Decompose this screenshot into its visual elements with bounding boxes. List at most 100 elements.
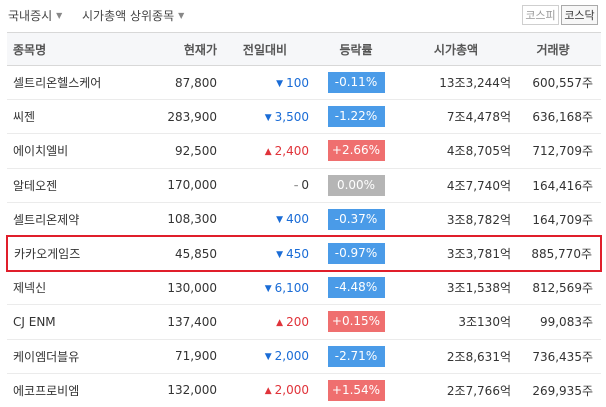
day-change: ▼ 2,000: [221, 339, 311, 374]
change-rate-cell: 0.00%: [311, 168, 401, 203]
stock-name-text[interactable]: 셀트리온헬스케어: [13, 76, 101, 90]
stock-name-text[interactable]: 케이엠더블유: [13, 350, 79, 364]
stock-name[interactable]: 제넥신: [7, 270, 157, 306]
ranking-label: 시가총액 상위종목: [82, 9, 175, 23]
stock-name-text[interactable]: 제넥신: [13, 281, 46, 295]
change-rate-badge: +0.15%: [327, 311, 385, 333]
change-rate-cell: -4.48%: [311, 270, 401, 306]
table-row[interactable]: 셀트리온제약 108,300 ▼ 400 -0.37% 3조8,782억 164,709주: [7, 202, 601, 237]
change-rate-badge: +2.66%: [327, 140, 385, 162]
current-price: 45,850: [157, 235, 221, 272]
change-value: 2,000: [274, 349, 309, 364]
change-rate-badge: -4.48%: [327, 277, 385, 299]
table-row[interactable]: 씨젠 283,900 ▼ 3,500 -1.22% 7조4,478억 636,168주: [7, 99, 601, 135]
stock-name[interactable]: 에이치엘비: [7, 133, 157, 169]
table-row[interactable]: CJ ENM 137,400 ▲ 200 +0.15% 3조130억 99,083주: [7, 304, 601, 340]
change-value: 0: [301, 178, 309, 193]
day-change: ▲ 2,400: [221, 133, 311, 169]
day-change: ▼ 400: [221, 202, 311, 237]
change-rate-badge: -1.22%: [327, 106, 385, 128]
up-triangle-icon: ▲: [264, 386, 272, 397]
day-change: ▲ 200: [221, 304, 311, 340]
trading-volume: 164,416주: [513, 168, 601, 203]
header-price[interactable]: 현재가: [157, 32, 221, 66]
table-row[interactable]: 제넥신 130,000 ▼ 6,100 -4.48% 3조1,538억 812,569주: [7, 270, 601, 306]
table-row[interactable]: 에이치엘비 92,500 ▲ 2,400 +2.66% 4조8,705억 712,709주: [7, 133, 601, 169]
stock-name-text[interactable]: 카카오게임즈: [14, 247, 80, 261]
stock-name[interactable]: 셀트리온헬스케어: [7, 65, 157, 101]
change-rate-badge: 0.00%: [327, 174, 385, 196]
stock-name-text[interactable]: 씨젠: [13, 110, 35, 124]
trading-volume: 600,557주: [513, 65, 601, 101]
change-rate-cell: -2.71%: [311, 339, 401, 374]
market-cap: 4조7,740억: [401, 168, 513, 203]
down-triangle-icon: ▼: [264, 352, 272, 363]
stock-name[interactable]: 카카오게임즈: [6, 235, 157, 272]
market-cap: 3조3,781억: [401, 235, 513, 272]
down-triangle-icon: ▼: [276, 249, 284, 260]
header-change[interactable]: 전일대비: [221, 32, 311, 66]
market-cap: 3조130억: [401, 304, 513, 340]
change-rate-badge: -0.97%: [327, 243, 385, 265]
day-change: ▼ 450: [221, 235, 311, 272]
trading-volume: 164,709주: [513, 202, 601, 237]
header-name[interactable]: 종목명: [7, 32, 157, 66]
stock-name[interactable]: CJ ENM: [7, 304, 157, 340]
stock-name-text[interactable]: 알테오젠: [13, 179, 57, 193]
ranking-dropdown[interactable]: 시가총액 상위종목 ▼: [82, 7, 184, 24]
down-triangle-icon: ▼: [276, 215, 284, 226]
market-cap: 3조8,782억: [401, 202, 513, 237]
market-cap-table: 종목명 현재가 전일대비 등락률 시가총액 거래량 셀트리온헬스케어 87,800…: [6, 32, 602, 407]
trading-volume: 99,083주: [513, 304, 601, 340]
market-cap: 7조4,478억: [401, 99, 513, 135]
trading-volume: 736,435주: [513, 339, 601, 374]
day-change: ▼ 100: [221, 65, 311, 101]
stock-name[interactable]: 에코프로비엠: [7, 373, 157, 407]
stock-name[interactable]: 알테오젠: [7, 168, 157, 203]
table-row[interactable]: 셀트리온헬스케어 87,800 ▼ 100 -0.11% 13조3,244억 600,557…: [7, 65, 601, 101]
table-row[interactable]: 에코프로비엠 132,000 ▲ 2,000 +1.54% 2조7,766억 269,935…: [7, 373, 601, 407]
header-volume[interactable]: 거래량: [513, 32, 601, 66]
header-rate[interactable]: 등락률: [311, 32, 401, 66]
change-rate-badge: -2.71%: [327, 345, 385, 367]
change-rate-cell: +2.66%: [311, 133, 401, 169]
market-dropdown[interactable]: 국내증시 ▼: [8, 7, 62, 24]
stock-name-text[interactable]: 에이치엘비: [13, 144, 68, 158]
market-toggle: 코스피 코스닥: [522, 5, 598, 25]
change-rate-badge: -0.11%: [327, 72, 385, 94]
change-rate-cell: -0.11%: [311, 65, 401, 101]
up-triangle-icon: ▲: [264, 146, 272, 157]
stock-name-text[interactable]: 에코프로비엠: [13, 384, 79, 398]
down-triangle-icon: ▼: [276, 78, 284, 89]
trading-volume: 712,709주: [513, 133, 601, 169]
current-price: 87,800: [157, 65, 221, 101]
current-price: 137,400: [157, 304, 221, 340]
table-row[interactable]: 카카오게임즈 45,850 ▼ 450 -0.97% 3조3,781억 885,770주: [6, 235, 602, 272]
change-value: 6,100: [274, 280, 309, 295]
caret-down-icon: ▼: [178, 11, 185, 20]
header-market-cap[interactable]: 시가총액: [401, 32, 513, 66]
stock-name-text[interactable]: CJ ENM: [13, 315, 56, 329]
stock-name[interactable]: 셀트리온제약: [7, 202, 157, 237]
table-header-row: 종목명 현재가 전일대비 등락률 시가총액 거래량: [7, 32, 601, 66]
stock-name[interactable]: 씨젠: [7, 99, 157, 135]
current-price: 170,000: [157, 168, 221, 203]
day-change: ▼ 6,100: [221, 270, 311, 306]
stock-name-text[interactable]: 셀트리온제약: [13, 213, 79, 227]
current-price: 132,000: [157, 373, 221, 407]
table-row[interactable]: 케이엠더블유 71,900 ▼ 2,000 -2.71% 2조8,631억 736,435주: [7, 339, 601, 374]
change-value: 2,000: [274, 383, 309, 398]
market-label: 국내증시: [8, 9, 53, 23]
trading-volume: 812,569주: [513, 270, 601, 306]
change-rate-cell: -1.22%: [311, 99, 401, 135]
change-rate-badge: +1.54%: [327, 379, 385, 401]
market-cap: 3조1,538억: [401, 270, 513, 306]
change-value: 200: [286, 314, 309, 329]
change-value: 3,500: [274, 109, 309, 124]
kosdaq-button[interactable]: 코스닥: [561, 5, 598, 25]
stock-name[interactable]: 케이엠더블유: [7, 339, 157, 374]
kospi-button[interactable]: 코스피: [522, 5, 559, 25]
down-triangle-icon: ▼: [264, 283, 272, 294]
table-row[interactable]: 알테오젠 170,000–0 0.00% 4조7,740억 164,416주: [7, 168, 601, 203]
market-cap: 4조8,705억: [401, 133, 513, 169]
